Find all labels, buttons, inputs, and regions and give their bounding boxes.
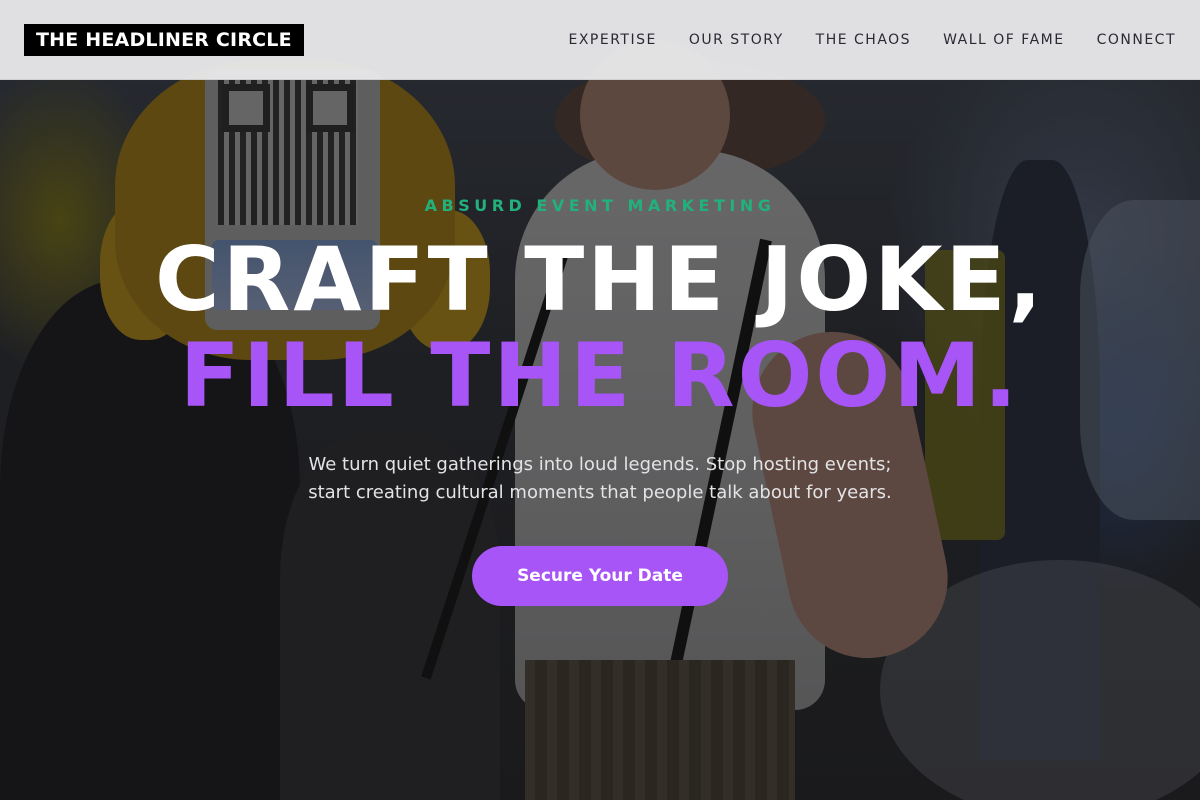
nav-link-wall-of-fame[interactable]: WALL OF FAME (943, 32, 1065, 48)
nav-link-our-story[interactable]: OUR STORY (689, 32, 784, 48)
hero-eyebrow: ABSURD EVENT MARKETING (424, 196, 776, 215)
headline-line-2: FILL THE ROOM. (179, 324, 1021, 427)
hero-subtext: We turn quiet gatherings into loud legen… (250, 451, 950, 507)
nav-link-the-chaos[interactable]: THE CHAOS (816, 32, 911, 48)
hero-subtext-line-1: We turn quiet gatherings into loud legen… (308, 454, 892, 475)
hero-headline: CRAFT THE JOKE, FILL THE ROOM. (0, 232, 1200, 424)
site-logo[interactable]: THE HEADLINER CIRCLE (24, 23, 304, 56)
secure-your-date-button[interactable]: Secure Your Date (472, 546, 728, 606)
main-nav: EXPERTISE OUR STORY THE CHAOS WALL OF FA… (569, 32, 1177, 48)
site-header: THE HEADLINER CIRCLE EXPERTISE OUR STORY… (0, 0, 1200, 80)
nav-link-connect[interactable]: CONNECT (1097, 32, 1176, 48)
hero-section: ABSURD EVENT MARKETING CRAFT THE JOKE, F… (0, 0, 1200, 800)
hero-subtext-line-2: start creating cultural moments that peo… (308, 482, 892, 503)
nav-link-expertise[interactable]: EXPERTISE (569, 32, 657, 48)
headline-line-1: CRAFT THE JOKE, (155, 228, 1045, 331)
